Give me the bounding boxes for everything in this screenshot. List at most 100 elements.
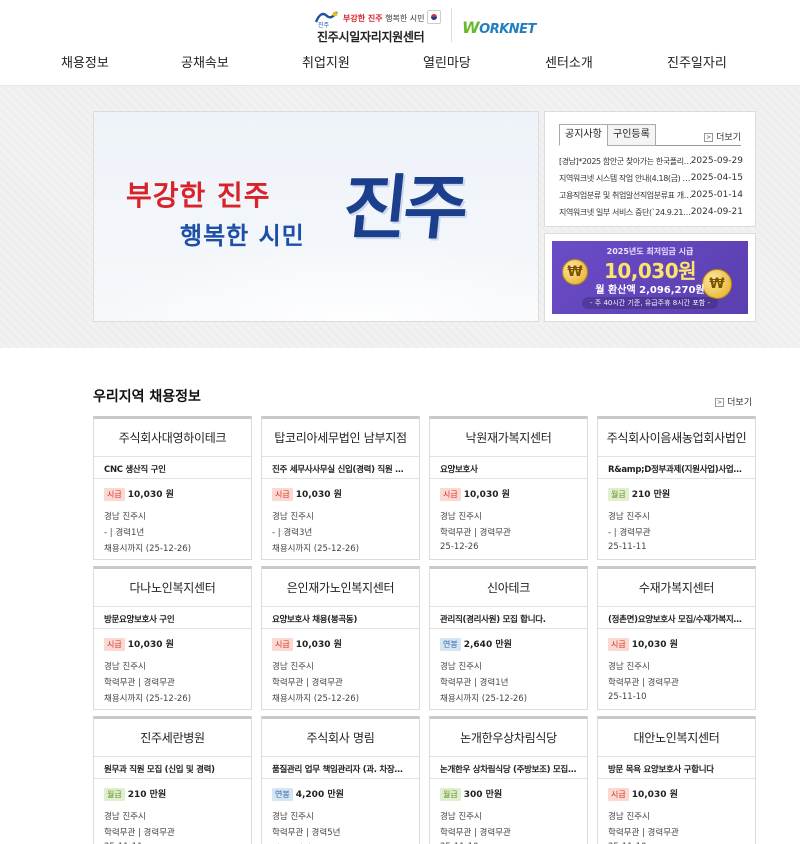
jobs-section-title: 우리지역 채용정보: [93, 389, 201, 405]
job-card-divider: [262, 778, 419, 779]
job-card[interactable]: 논개한우상차림식당 논개한우 상차림식당 (주방보조) 모집… 월급 300 만원 경남…: [429, 716, 588, 844]
job-card-wage: 시급 10,030 원: [440, 487, 510, 501]
nav-item-center-intro[interactable]: 센터소개: [545, 52, 593, 71]
nav-item-jinju-jobs[interactable]: 진주일자리: [667, 52, 727, 71]
site-header: 진주 부강한 진주 행복한 시민 진주시일자리지원센터 WORKNET 채용정보…: [0, 0, 800, 86]
job-card-wage: 월급 300 만원: [440, 787, 502, 801]
job-card-company: 다나노인복지센터: [94, 569, 251, 607]
wage-type-badge: 월급: [608, 488, 629, 501]
job-card-deadline: 채용시까지 (25-12-26): [104, 544, 192, 554]
job-card-deadline: 25-11-11: [608, 542, 647, 552]
job-card-wage: 월급 210 만원: [104, 787, 166, 801]
job-card-company: 낙원재가복지센터: [430, 419, 587, 457]
job-card-divider: [430, 778, 587, 779]
job-card-title: (정촌면)요양보호사 모집/수재가복지…: [608, 615, 742, 625]
job-card-title: 요양보호사 채용(봉곡동): [272, 615, 358, 625]
wage-type-badge: 월급: [104, 788, 125, 801]
job-card-requirements: 학력무관 | 경력무관: [440, 528, 511, 538]
wage-type-badge: 월급: [440, 788, 461, 801]
job-card-title: 방문 목욕 요양보호사 구합니다: [608, 765, 714, 775]
jobs-more-button[interactable]: > 더보기: [715, 395, 752, 408]
logo-area[interactable]: 진주 부강한 진주 행복한 시민 진주시일자리지원센터 WORKNET: [0, 6, 800, 46]
job-card-requirements: 학력무관 | 경력1년: [440, 678, 509, 688]
notice-box: 공지사항 구인등록 > 더보기 [경남]*2025 함안군 찾아가는 한국폴리텍……: [544, 111, 756, 227]
job-card[interactable]: 신아테크 관리직(경리사원) 모집 합니다. 연봉 2,640 만원 경남 진주시 학력무…: [429, 566, 588, 710]
job-card-location: 경남 진주시: [608, 512, 650, 522]
job-card[interactable]: 대안노인복지센터 방문 목욕 요양보호사 구합니다 시급 10,030 원 경남 진주시…: [597, 716, 756, 844]
job-card[interactable]: 진주세란병원 원무과 직원 모집 (신입 및 경력) 월급 210 만원 경남 진주시 학…: [93, 716, 252, 844]
tab-job-register[interactable]: 구인등록: [607, 124, 656, 146]
job-card-wage: 연봉 2,640 만원: [440, 637, 512, 651]
job-card-location: 경남 진주시: [272, 512, 314, 522]
wage-type-badge: 시급: [608, 788, 629, 801]
job-card-divider: [94, 778, 251, 779]
chevron-right-icon: >: [715, 398, 725, 407]
notice-more-button[interactable]: > 더보기: [704, 130, 741, 143]
min-wage-panel: ₩ ₩ 2025년도 최저임금 시급 10,030원 월 환산액 2,096,2…: [552, 241, 748, 314]
wage-type-badge: 시급: [440, 488, 461, 501]
notice-item[interactable]: 고용직업분류 및 취업알선직업분류표 개… 2025-01-14: [559, 190, 745, 204]
job-card[interactable]: 은인재가노인복지센터 요양보호사 채용(봉곡동) 시급 10,030 원 경남 진주시 학…: [261, 566, 420, 710]
job-card-title: 요양보호사: [440, 465, 478, 475]
job-card[interactable]: 주식회사 명림 품질관리 업무 책임관리자 (과. 차장… 연봉 4,200 만원 경남…: [261, 716, 420, 844]
job-card-company: 수재가복지센터: [598, 569, 755, 607]
job-card-wage: 시급 10,030 원: [104, 637, 174, 651]
job-card-divider: [430, 628, 587, 629]
job-card-company: 은인재가노인복지센터: [262, 569, 419, 607]
banner-line2: 행복한 시민: [180, 222, 305, 250]
nav-item-open-board[interactable]: 열린마당: [423, 52, 471, 71]
job-card-wage: 시급 10,030 원: [608, 637, 678, 651]
nav-item-job-info[interactable]: 채용정보: [61, 52, 109, 71]
job-card[interactable]: 낙원재가복지센터 요양보호사 시급 10,030 원 경남 진주시 학력무관 | 경력무관…: [429, 416, 588, 560]
min-wage-banner[interactable]: ₩ ₩ 2025년도 최저임금 시급 10,030원 월 환산액 2,096,2…: [544, 233, 756, 322]
main-banner[interactable]: 부강한 진주 행복한 시민 진주: [93, 111, 539, 322]
job-card-company: 주식회사대영하이테크: [94, 419, 251, 457]
korea-flag-icon: [427, 10, 441, 24]
min-wage-monthly: 월 환산액 2,096,270원: [595, 285, 705, 296]
job-card-requirements: - | 경력1년: [104, 528, 145, 538]
notice-item[interactable]: 지역워크넷 시스템 작업 안내(4.18(금) 22:… 2025-04-15: [559, 173, 745, 187]
job-card-requirements: - | 경력3년: [272, 528, 313, 538]
svg-text:진주: 진주: [318, 21, 330, 28]
job-card-deadline: 25-12-26: [440, 542, 479, 552]
job-card-divider: [94, 478, 251, 479]
job-card[interactable]: 다나노인복지센터 방문요양보호사 구인 시급 10,030 원 경남 진주시 학력무관 |…: [93, 566, 252, 710]
job-card-location: 경남 진주시: [440, 812, 482, 822]
job-card[interactable]: 주식회사대영하이테크 CNC 생산직 구인 시급 10,030 원 경남 진주시 - | …: [93, 416, 252, 560]
nav-item-recruit-news[interactable]: 공채속보: [181, 52, 229, 71]
job-card-company: 진주세란병원: [94, 719, 251, 757]
job-card-deadline: 25-11-10: [608, 692, 647, 702]
job-card-title: 품질관리 업무 책임관리자 (과. 차장…: [272, 765, 403, 775]
job-card[interactable]: 탑코리아세무법인 남부지점 진주 세무사사무실 신입(경력) 직원 … 시급 10,0…: [261, 416, 420, 560]
job-card[interactable]: 수재가복지센터 (정촌면)요양보호사 모집/수재가복지… 시급 10,030 원경남 …: [597, 566, 756, 710]
tab-notice[interactable]: 공지사항: [559, 124, 608, 146]
job-card-divider: [262, 628, 419, 629]
job-card-company: 논개한우상차림식당: [430, 719, 587, 757]
job-card-title: R&amp;D정부과제(지원사업)사업…: [608, 465, 742, 475]
notice-item[interactable]: [경남]*2025 함안군 찾아가는 한국폴리텍… 2025-09-29: [559, 156, 745, 170]
job-card-location: 경남 진주시: [104, 812, 146, 822]
job-card-wage: 연봉 4,200 만원: [272, 787, 344, 801]
job-card-location: 경남 진주시: [104, 512, 146, 522]
main-nav: 채용정보 공채속보 취업지원 열린마당 센터소개 진주일자리: [0, 52, 800, 72]
job-card-requirements: 학력무관 | 경력무관: [608, 678, 679, 688]
job-card-company: 주식회사이음새농업회사법인: [598, 419, 755, 457]
top-section: 부강한 진주 행복한 시민 진주 공지사항 구인등록 > 더보기 [경남]*202…: [0, 86, 800, 348]
wage-type-badge: 시급: [272, 638, 293, 651]
logo-divider: [451, 8, 452, 42]
slogan: 부강한 진주 행복한 시민: [343, 14, 425, 23]
job-card-wage: 시급 10,030 원: [272, 637, 342, 651]
job-card-wage: 시급 10,030 원: [608, 787, 678, 801]
nav-item-job-support[interactable]: 취업지원: [302, 52, 350, 71]
job-card-title: 원무과 직원 모집 (신입 및 경력): [104, 765, 215, 775]
city-logo-icon: 진주: [314, 11, 338, 28]
job-card[interactable]: 주식회사이음새농업회사법인 R&amp;D정부과제(지원사업)사업… 월급 210 만…: [597, 416, 756, 560]
job-card-title: CNC 생산직 구인: [104, 465, 166, 475]
notice-item[interactable]: 지역워크넷 일부 서비스 중단(`24.9.21) 안내 2024-09-21: [559, 207, 745, 221]
job-card-divider: [598, 778, 755, 779]
chevron-right-icon: >: [704, 133, 714, 142]
worknet-logo[interactable]: WORKNET: [462, 18, 536, 37]
job-card-company: 주식회사 명림: [262, 719, 419, 757]
job-card-deadline: 채용시까지 (25-12-26): [440, 694, 528, 704]
job-card-location: 경남 진주시: [608, 662, 650, 672]
